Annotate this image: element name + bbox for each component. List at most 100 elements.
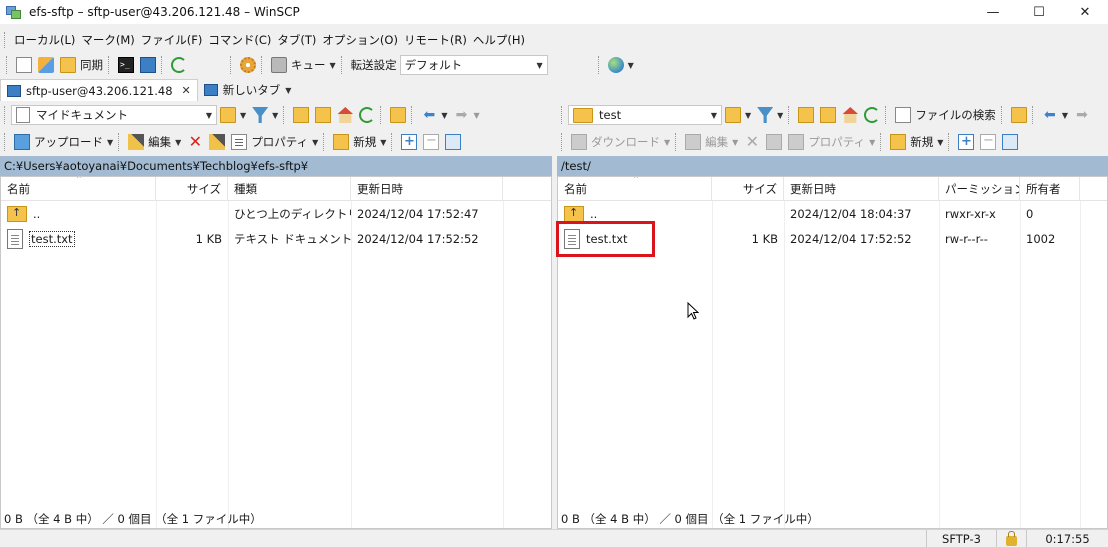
local-back-button[interactable]: ⬅ ▼ — [418, 104, 450, 126]
preferences-button[interactable] — [237, 54, 259, 76]
local-path-bar[interactable]: C:¥Users¥aotoyanai¥Documents¥Techblog¥ef… — [0, 156, 552, 176]
local-edit-button[interactable]: 編集 ▼ — [125, 131, 184, 153]
toolbar-grip[interactable] — [561, 133, 564, 151]
toolbar-grip[interactable] — [108, 56, 111, 74]
queue-button[interactable]: キュー ▼ — [268, 54, 339, 76]
remote-delete-button[interactable]: ✕ — [741, 131, 763, 153]
toolbar-grip[interactable] — [880, 133, 883, 151]
column-modified[interactable]: 更新日時 — [351, 177, 503, 200]
toolbar-grip[interactable] — [675, 133, 678, 151]
remote-rename-button[interactable] — [763, 131, 785, 153]
remote-forward-button[interactable]: ➡ — [1071, 104, 1093, 126]
local-rename-button[interactable] — [206, 131, 228, 153]
column-size[interactable]: サイズ — [156, 177, 228, 200]
menu-help[interactable]: ヘルプ(H) — [470, 32, 528, 48]
remote-back-button[interactable]: ⬅ ▼ — [1039, 104, 1071, 126]
local-tree-button[interactable] — [387, 104, 409, 126]
minimize-button[interactable]: — — [970, 0, 1016, 24]
toolbar-grip[interactable] — [118, 133, 121, 151]
compare-dirs-button[interactable] — [13, 54, 35, 76]
putty-button[interactable] — [137, 54, 159, 76]
column-type[interactable]: 種類 — [228, 177, 351, 200]
toolbar-grip[interactable] — [261, 56, 264, 74]
column-permissions[interactable]: パーミッション — [939, 177, 1020, 200]
remote-open-dir-button[interactable]: ▼ — [722, 104, 754, 126]
local-forward-button[interactable]: ➡ ▼ — [450, 104, 482, 126]
toolbar-grip[interactable] — [340, 56, 344, 74]
remote-location-select[interactable]: test ▼ — [568, 105, 722, 125]
toolbar-grip[interactable] — [4, 106, 7, 124]
download-button[interactable]: ダウンロード ▼ — [568, 131, 673, 153]
remote-filter-button[interactable]: ▼ — [754, 104, 786, 126]
local-filter-button[interactable]: ▼ — [249, 104, 281, 126]
remote-tree-button[interactable] — [1008, 104, 1030, 126]
encryption-status[interactable] — [996, 530, 1026, 547]
menu-file[interactable]: ファイル(F) — [138, 32, 206, 48]
column-modified[interactable]: 更新日時 — [784, 177, 939, 200]
menu-grip[interactable] — [4, 32, 7, 48]
local-delete-button[interactable]: ✕ — [184, 131, 206, 153]
local-root-dir-button[interactable] — [312, 104, 334, 126]
remote-root-dir-button[interactable] — [817, 104, 839, 126]
refresh-session-button[interactable] — [168, 54, 190, 76]
chevron-down-icon[interactable]: ▼ — [285, 86, 291, 95]
local-row-test-txt[interactable]: test.txt 1 KB テキスト ドキュメント 2024/12/04 17:… — [1, 226, 551, 251]
remote-home-button[interactable] — [839, 104, 861, 126]
terminal-button[interactable] — [115, 54, 137, 76]
remote-file-list[interactable]: 名前 ⌃ サイズ 更新日時 パーミッション 所有者 .. 2024/12/04 … — [557, 176, 1108, 529]
toolbar-grip[interactable] — [391, 133, 394, 151]
remote-select-all-button[interactable] — [999, 131, 1021, 153]
local-select-all-button[interactable] — [442, 131, 464, 153]
remote-edit-button[interactable]: 編集 ▼ — [682, 131, 741, 153]
local-unselect-button[interactable]: − — [420, 131, 442, 153]
menu-mark[interactable]: マーク(M) — [78, 32, 137, 48]
menu-tab[interactable]: タブ(T) — [274, 32, 319, 48]
column-owner[interactable]: 所有者 — [1020, 177, 1080, 200]
remote-path-bar[interactable]: /test/ — [557, 156, 1108, 176]
menu-options[interactable]: オプション(O) — [319, 32, 401, 48]
local-location-select[interactable]: マイドキュメント ▼ — [11, 105, 217, 125]
toolbar-grip[interactable] — [161, 56, 164, 74]
local-parent-dir-button[interactable] — [290, 104, 312, 126]
toolbar-grip[interactable] — [948, 133, 951, 151]
sites-button[interactable]: ▼ — [605, 54, 637, 76]
toolbar-grip[interactable] — [1031, 106, 1035, 124]
local-properties-button[interactable]: プロパティ ▼ — [228, 131, 321, 153]
maximize-button[interactable]: ☐ — [1016, 0, 1062, 24]
toolbar-grip[interactable] — [561, 106, 564, 124]
toolbar-grip[interactable] — [1000, 106, 1004, 124]
close-button[interactable]: ✕ — [1062, 0, 1108, 24]
menu-local[interactable]: ローカル(L) — [11, 32, 78, 48]
local-open-dir-button[interactable]: ▼ — [217, 104, 249, 126]
remote-parent-dir-button[interactable] — [795, 104, 817, 126]
find-files-button[interactable]: ファイルの検索 — [892, 104, 999, 126]
tab-new[interactable]: 新しいタブ ▼ — [198, 79, 298, 101]
local-select-button[interactable]: + — [398, 131, 420, 153]
remote-row-parent[interactable]: .. 2024/12/04 18:04:37 rwxr-xr-x 0 — [558, 201, 1107, 226]
transfer-settings-select[interactable]: デフォルト ▼ — [399, 55, 548, 75]
toolbar-grip[interactable] — [380, 106, 383, 124]
menu-command[interactable]: コマンド(C) — [205, 32, 274, 48]
remote-row-test-txt[interactable]: test.txt 1 KB 2024/12/04 17:52:52 rw-r--… — [558, 226, 1107, 251]
close-tab-icon[interactable]: ✕ — [182, 84, 191, 97]
toolbar-grip[interactable] — [4, 133, 7, 151]
toolbar-grip[interactable] — [230, 56, 233, 74]
sync-browse-button[interactable] — [35, 54, 57, 76]
local-file-list[interactable]: 名前 ⌃ サイズ 種類 更新日時 .. ひとつ上のディレクトリ 2024/12/… — [0, 176, 552, 529]
toolbar-grip[interactable] — [283, 106, 286, 124]
remote-refresh-button[interactable] — [861, 104, 883, 126]
upload-button[interactable]: アップロード ▼ — [11, 131, 116, 153]
remote-select-button[interactable]: + — [955, 131, 977, 153]
menu-remote[interactable]: リモート(R) — [401, 32, 470, 48]
synchronize-button[interactable]: 同期 — [57, 54, 106, 76]
toolbar-grip[interactable] — [323, 133, 326, 151]
tab-session[interactable]: sftp-user@43.206.121.48 ✕ — [0, 79, 198, 101]
local-home-button[interactable] — [334, 104, 356, 126]
local-new-button[interactable]: 新規 ▼ — [330, 131, 389, 153]
toolbar-grip[interactable] — [885, 106, 888, 124]
toolbar-grip[interactable] — [411, 106, 414, 124]
toolbar-grip[interactable] — [788, 106, 791, 124]
toolbar-grip[interactable] — [6, 56, 9, 74]
remote-new-button[interactable]: 新規 ▼ — [887, 131, 946, 153]
toolbar-grip[interactable] — [597, 56, 601, 74]
